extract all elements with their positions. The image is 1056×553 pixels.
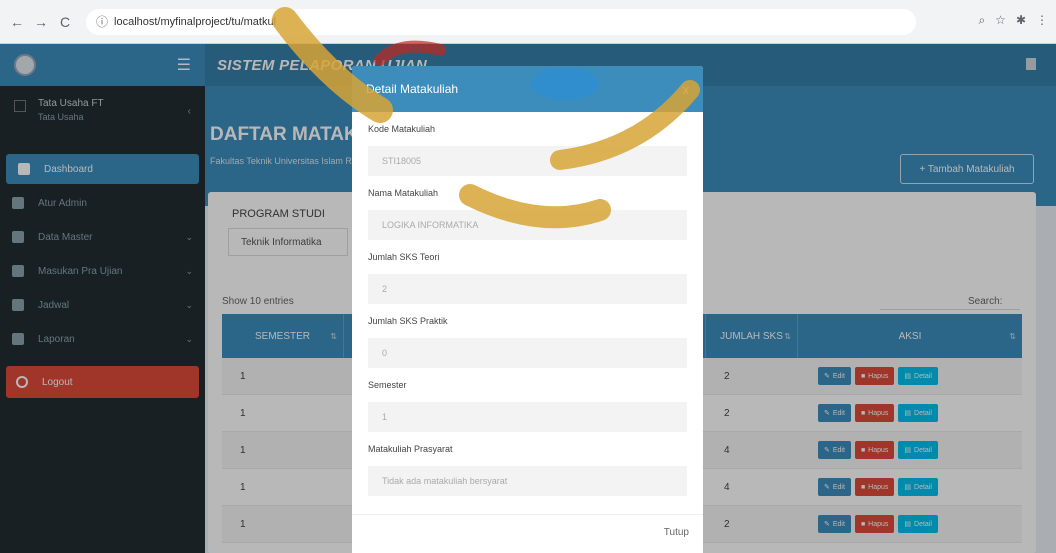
nama-matakuliah-field: LOGIKA INFORMATIKA [368,210,687,240]
url-text: localhost/myfinalproject/tu/matkul [114,15,277,28]
field-label: Matakuliah Prasyarat [368,444,453,454]
browser-extension-icons: ⌕ ☆ ✱ ⋮ [978,13,1048,28]
detail-matakuliah-modal: Detail Matakuliah x Kode Matakuliah STI1… [352,66,703,553]
prasyarat-field: Tidak ada matakuliah bersyarat [368,466,687,496]
semester-field: 1 [368,402,687,432]
field-label: Jumlah SKS Teori [368,252,440,262]
zoom-icon[interactable]: ⌕ [978,13,985,28]
field-label: Nama Matakuliah [368,188,439,198]
kode-matakuliah-field: STI18005 [368,146,687,176]
field-label: Kode Matakuliah [368,124,436,134]
star-icon[interactable]: ☆ [995,13,1006,28]
forward-icon[interactable]: → [32,13,50,31]
back-icon[interactable]: ← [8,13,26,31]
modal-header: Detail Matakuliah x [352,66,703,112]
info-icon[interactable]: ⓘ [96,13,108,30]
browser-toolbar: ← → C ⓘ localhost/myfinalproject/tu/matk… [0,0,1056,44]
field-label: Semester [368,380,407,390]
close-icon[interactable]: x [683,82,690,97]
reload-icon[interactable]: C [56,13,74,31]
tutup-button[interactable]: Tutup [664,527,689,538]
modal-footer: Tutup [352,514,703,553]
sks-teori-field: 2 [368,274,687,304]
modal-body: Kode Matakuliah STI18005 Nama Matakuliah… [352,112,703,496]
modal-title: Detail Matakuliah [366,82,459,96]
address-bar[interactable]: ⓘ localhost/myfinalproject/tu/matkul [86,8,916,35]
sks-praktik-field: 0 [368,338,687,368]
menu-icon[interactable]: ⋮ [1036,13,1048,28]
field-label: Jumlah SKS Praktik [368,316,448,326]
puzzle-icon[interactable]: ✱ [1016,13,1026,28]
